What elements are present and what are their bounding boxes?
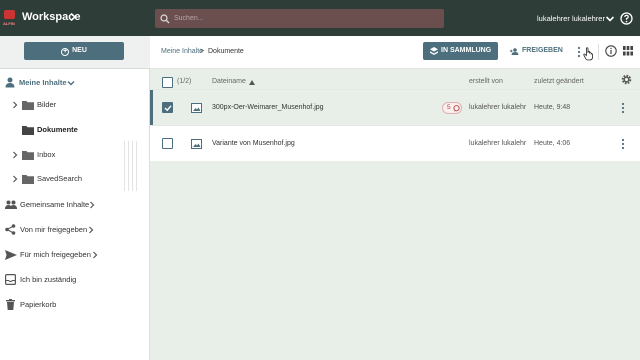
- sidebar-label-responsible: Ich bin zuständig: [20, 275, 77, 284]
- share-button-label: FREIGEBEN: [522, 47, 563, 54]
- created-by: lukalehrer lukalehr: [469, 140, 527, 147]
- chevron-right-icon: [89, 226, 94, 234]
- chevron-down-icon[interactable]: [605, 14, 615, 24]
- sidebar-item-shared-content[interactable]: Gemeinsame Inhalte: [0, 198, 150, 212]
- sidebar-label-savedsearch: SavedSearch: [37, 174, 83, 183]
- folder-icon: [22, 175, 34, 184]
- sidebar-item-shared-by-me[interactable]: Von mir freigegeben: [0, 223, 150, 237]
- folder-icon: [22, 101, 34, 110]
- breadcrumb-separator: >: [200, 48, 205, 55]
- share-button[interactable]: FREIGEBEN: [508, 42, 563, 60]
- sidebar-label-dokumente: Dokumente: [37, 125, 78, 134]
- help-icon[interactable]: [620, 12, 633, 25]
- sidebar-item-trash[interactable]: Papierkorb: [0, 298, 150, 312]
- column-header-name[interactable]: Dateiname: [212, 78, 246, 85]
- search-box[interactable]: [155, 9, 444, 28]
- sidebar-label-bilder: Bilder: [37, 100, 57, 109]
- search-input[interactable]: [174, 11, 434, 26]
- add-to-collection-button[interactable]: IN SAMMLUNG: [423, 42, 498, 60]
- image-file-icon: [191, 103, 202, 113]
- more-vertical-icon[interactable]: [620, 102, 626, 114]
- new-button-label: NEU: [72, 47, 87, 54]
- sidebar-label-my-content: Meine Inhalte: [19, 78, 67, 87]
- chevron-right-icon[interactable]: [12, 175, 18, 183]
- sidebar-item-my-content[interactable]: Meine Inhalte: [0, 76, 150, 90]
- layers-icon: [430, 47, 438, 55]
- sort-ascending-icon[interactable]: [249, 80, 255, 85]
- sidebar-label-shared-by-me: Von mir freigegeben: [20, 225, 88, 234]
- trash-icon: [6, 299, 15, 310]
- sidebar-label-shared-with-me: Für mich freigegeben: [20, 250, 91, 259]
- sidebar: Meine Inhalte Bilder Dokumente Inbox Sav…: [0, 69, 150, 360]
- add-icon: +: [61, 48, 70, 56]
- sidebar-scroll-guides: [124, 141, 138, 191]
- column-header-created-by[interactable]: erstellt von: [469, 78, 503, 85]
- person-add-icon: [510, 48, 519, 55]
- table-row[interactable]: Variante von Musenhof.jpg lukalehrer luk…: [150, 125, 640, 161]
- person-icon: [5, 77, 15, 88]
- collection-button-label: IN SAMMLUNG: [441, 47, 492, 54]
- column-header-modified[interactable]: zuletzt geändert: [534, 78, 584, 85]
- info-icon[interactable]: [605, 45, 617, 57]
- comment-icon: [453, 105, 460, 112]
- toolbar-divider: [598, 44, 599, 60]
- chevron-right-icon[interactable]: [12, 101, 18, 109]
- new-button-area: + NEU: [0, 36, 150, 69]
- top-bar: ALFIN Workspace lukalehrer lukalehrer: [0, 0, 640, 36]
- file-name[interactable]: 300px-Oer-Weimarer_Musenhof.jpg: [212, 104, 324, 111]
- user-name[interactable]: lukalehrer lukalehrer: [537, 14, 605, 23]
- settings-icon[interactable]: [621, 74, 632, 85]
- comment-count: 5: [447, 104, 451, 111]
- sidebar-item-shared-with-me[interactable]: Für mich freigegeben: [0, 248, 150, 262]
- file-name[interactable]: Variante von Musenhof.jpg: [212, 140, 295, 147]
- row-checkbox[interactable]: [162, 102, 173, 113]
- row-selection-indicator: [150, 90, 153, 126]
- folder-icon: [22, 126, 34, 135]
- share-icon: [5, 224, 16, 235]
- sidebar-folder-dokumente[interactable]: Dokumente: [0, 123, 150, 137]
- chevron-right-icon: [93, 251, 98, 259]
- modified-date: Heute, 9:48: [534, 104, 571, 111]
- sidebar-item-responsible[interactable]: Ich bin zuständig: [0, 273, 150, 287]
- chevron-right-icon: [90, 201, 95, 209]
- more-vertical-icon[interactable]: [575, 45, 583, 59]
- send-icon: [5, 250, 17, 260]
- selection-count: (1/2): [177, 78, 192, 85]
- row-checkbox[interactable]: [162, 138, 173, 149]
- group-icon: [5, 200, 17, 209]
- sidebar-folder-bilder[interactable]: Bilder: [0, 98, 150, 112]
- sidebar-label-shared-content: Gemeinsame Inhalte: [20, 200, 90, 209]
- inbox-icon: [5, 274, 16, 285]
- breadcrumb-parent[interactable]: Meine Inhalte: [161, 48, 203, 55]
- check-icon: [164, 105, 172, 112]
- more-vertical-icon[interactable]: [620, 138, 626, 150]
- image-file-icon: [191, 139, 202, 149]
- breadcrumb-current: Dokumente: [208, 48, 244, 55]
- modified-date: Heute, 4:06: [534, 140, 571, 147]
- sidebar-label-trash: Papierkorb: [20, 300, 57, 309]
- chevron-right-icon[interactable]: [68, 12, 78, 22]
- table-row[interactable]: 300px-Oer-Weimarer_Musenhof.jpg 5 lukale…: [150, 89, 640, 126]
- chevron-down-icon: [67, 81, 75, 86]
- created-by: lukalehrer lukalehr: [469, 104, 527, 111]
- file-list: (1/2) Dateiname erstellt von zuletzt geä…: [150, 69, 640, 360]
- sidebar-label-inbox: Inbox: [37, 150, 56, 159]
- toolbar: Meine Inhalte > Dokumente IN SAMMLUNG FR…: [150, 36, 640, 69]
- grid-view-icon[interactable]: [623, 46, 633, 56]
- hand-cursor-icon: [583, 47, 593, 61]
- chevron-right-icon[interactable]: [12, 151, 18, 159]
- logo-text: ALFIN: [3, 21, 15, 26]
- new-button[interactable]: + NEU: [24, 42, 124, 60]
- search-icon: [160, 14, 170, 24]
- app-logo[interactable]: ALFIN: [3, 8, 17, 27]
- select-all-checkbox[interactable]: [162, 77, 173, 88]
- folder-icon: [22, 151, 34, 160]
- comment-count-badge[interactable]: 5: [442, 102, 462, 114]
